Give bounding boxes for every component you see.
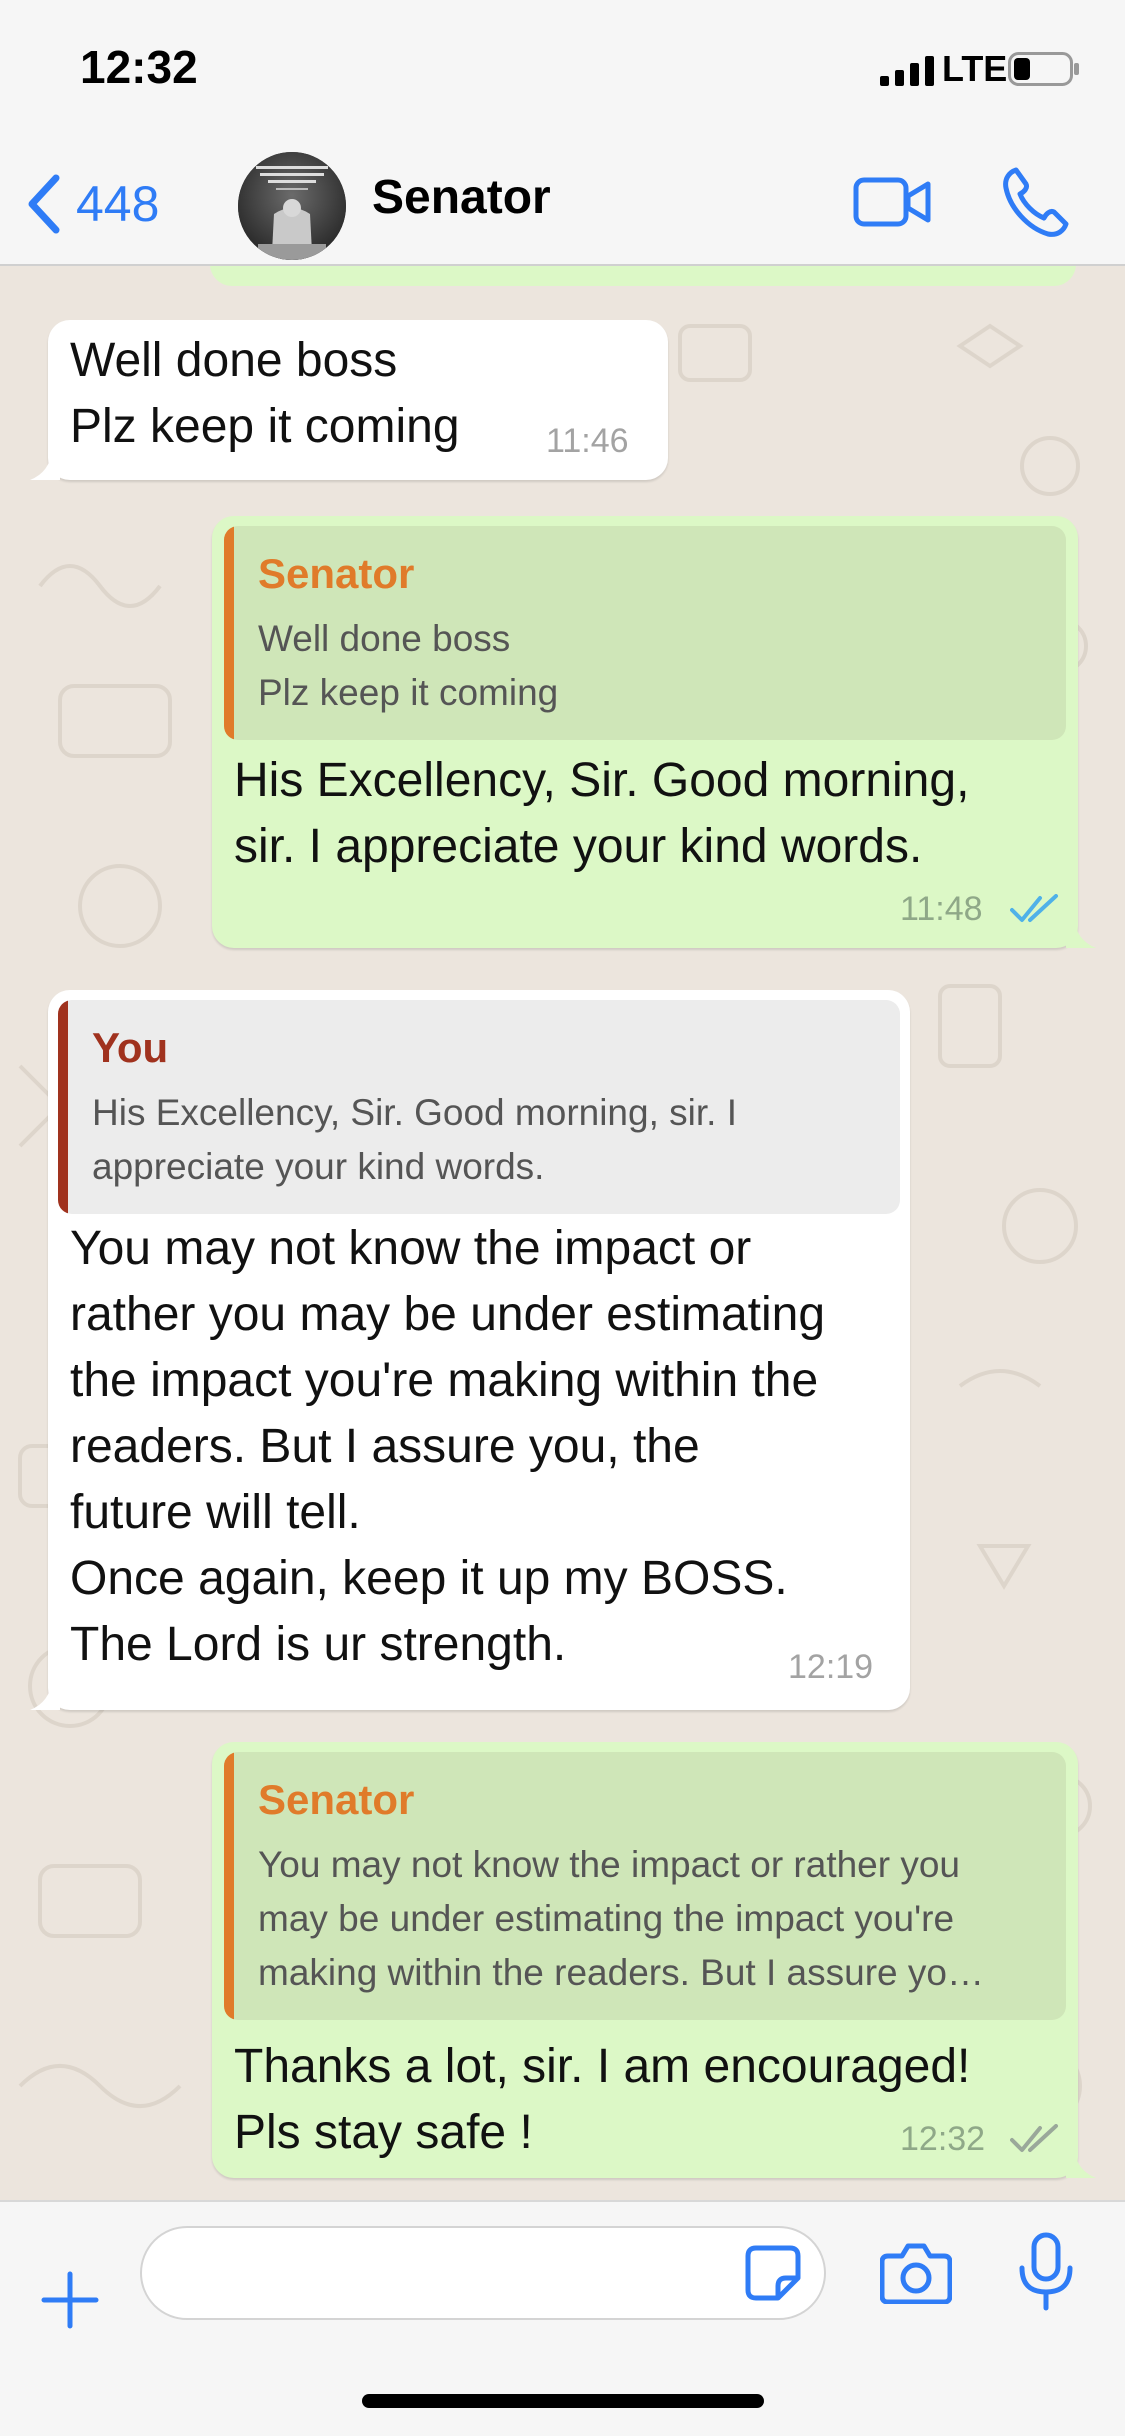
cellular-signal-icon	[880, 56, 934, 86]
network-type: LTE	[942, 48, 1008, 89]
plus-icon[interactable]	[40, 2270, 100, 2330]
quote-accent-bar	[58, 1000, 68, 1214]
camera-icon[interactable]	[880, 2242, 952, 2304]
quote-text: Well done boss Plz keep it coming	[258, 618, 559, 713]
bubble-tail	[30, 1680, 60, 1710]
battery-icon	[1008, 52, 1079, 86]
chat-header: 448 Senator	[0, 140, 1125, 266]
status-time: 12:32	[80, 41, 198, 93]
contact-name[interactable]: Senator	[372, 170, 551, 225]
phone-icon[interactable]	[1000, 164, 1070, 240]
quote-accent-bar	[224, 526, 234, 740]
status-bar: 12:32 LTE	[0, 0, 1125, 140]
message-text: His Excellency, Sir. Good morning, sir. …	[234, 754, 970, 873]
microphone-icon[interactable]	[1016, 2232, 1076, 2312]
message-input[interactable]	[140, 2226, 826, 2320]
message-bubble-outgoing[interactable]: Senator Well done boss Plz keep it comin…	[212, 516, 1078, 948]
message-text: Well done boss Plz keep it coming	[70, 334, 460, 453]
message-text: Thanks a lot, sir. I am encouraged! Pls …	[234, 2040, 971, 2159]
quoted-message[interactable]: You His Excellency, Sir. Good morning, s…	[58, 1000, 900, 1214]
sticker-icon[interactable]	[744, 2244, 802, 2302]
bubble-tail	[30, 450, 60, 480]
quote-author: Senator	[258, 550, 415, 597]
message-bubble-incoming[interactable]: You His Excellency, Sir. Good morning, s…	[48, 990, 910, 1710]
bubble-tail	[1066, 918, 1096, 948]
quote-text: You may not know the impact or rather yo…	[258, 1844, 984, 1993]
message-time: 11:46	[546, 422, 629, 460]
quoted-message[interactable]: Senator Well done boss Plz keep it comin…	[224, 526, 1066, 740]
quoted-message[interactable]: Senator You may not know the impact or r…	[224, 1752, 1066, 2020]
quote-accent-bar	[224, 1752, 234, 2020]
message-time: 12:19	[788, 1648, 874, 1686]
message-bubble-incoming[interactable]: Well done boss Plz keep it coming 11:46	[48, 320, 668, 480]
message-bubble-outgoing[interactable]: Senator You may not know the impact or r…	[212, 1742, 1078, 2178]
bubble-tail	[1066, 2148, 1096, 2178]
message-time: 12:32	[900, 2120, 986, 2158]
message-time: 11:48	[900, 890, 983, 928]
delivered-receipt-icon	[1010, 2124, 1058, 2152]
chevron-left-icon	[28, 174, 60, 234]
message-composer	[0, 2200, 1125, 2436]
message-text: You may not know the impact or rather yo…	[70, 1222, 826, 1671]
quote-text: His Excellency, Sir. Good morning, sir. …	[92, 1092, 737, 1187]
home-indicator	[362, 2394, 764, 2408]
chat-area[interactable]: Well done boss Plz keep it coming 11:46 …	[0, 266, 1125, 2200]
avatar-image	[238, 152, 346, 260]
avatar[interactable]	[238, 152, 346, 260]
back-button[interactable]: 448	[24, 164, 194, 244]
video-camera-icon[interactable]	[852, 172, 932, 232]
previous-message-fragment	[210, 266, 1076, 286]
quote-author: Senator	[258, 1776, 415, 1823]
read-receipt-icon	[1010, 894, 1058, 922]
unread-count: 448	[76, 176, 160, 232]
quote-author: You	[92, 1024, 169, 1071]
